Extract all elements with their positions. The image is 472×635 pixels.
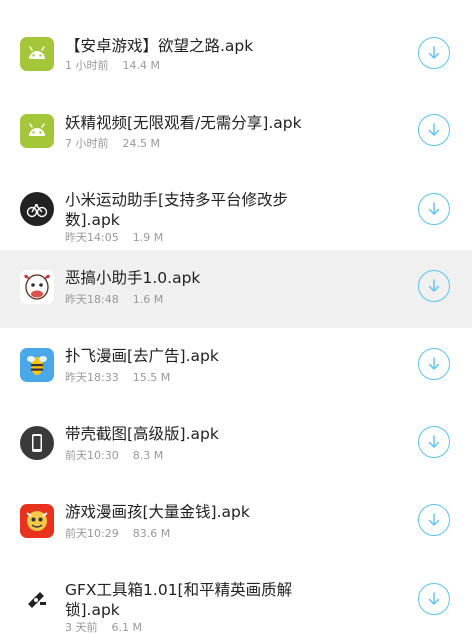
item-title: 小米运动助手[支持多平台修改步数].apk	[65, 191, 289, 229]
item-size: 8.3 M	[132, 449, 164, 462]
item-time: 昨天18:48	[65, 293, 119, 306]
item-title: 恶搞小助手1.0.apk	[65, 269, 201, 287]
bee-icon	[20, 348, 54, 382]
comic-kid-icon	[20, 504, 54, 538]
phone-frame-icon	[20, 426, 54, 460]
download-button[interactable]	[418, 504, 450, 536]
list-item[interactable]: 游戏漫画孩[大量金钱].apk 前天10:29 83.6 M	[0, 484, 472, 562]
list-item[interactable]: 恶搞小助手1.0.apk 昨天18:48 1.6 M	[0, 250, 472, 328]
android-icon	[20, 37, 54, 71]
download-arrow-icon	[428, 123, 440, 136]
download-arrow-icon	[428, 46, 440, 59]
item-size: 15.5 M	[132, 371, 171, 384]
item-time: 前天10:30	[65, 449, 119, 462]
item-title: 带壳截图[高级版].apk	[65, 425, 219, 443]
item-size: 14.4 M	[122, 59, 160, 72]
bike-icon	[20, 192, 54, 226]
download-arrow-icon	[428, 202, 440, 215]
cow-face-icon	[20, 270, 54, 304]
item-time: 1 小时前	[65, 59, 109, 72]
download-arrow-icon	[428, 435, 440, 448]
item-meta: 昨天14:05 1.9 M	[65, 229, 163, 245]
item-size: 24.5 M	[122, 137, 160, 150]
download-button[interactable]	[418, 270, 450, 302]
item-size: 1.6 M	[132, 293, 164, 306]
item-title: 【安卓游戏】欲望之路.apk	[65, 37, 254, 55]
item-meta: 3 天前 6.1 M	[65, 619, 142, 635]
list-item[interactable]: 扑飞漫画[去广告].apk 昨天18:33 15.5 M	[0, 328, 472, 406]
item-meta: 1 小时前 14.4 M	[65, 57, 160, 73]
download-button[interactable]	[418, 348, 450, 380]
item-time: 7 小时前	[65, 137, 109, 150]
android-icon	[20, 114, 54, 148]
item-meta: 昨天18:48 1.6 M	[65, 291, 163, 307]
item-meta: 昨天18:33 15.5 M	[65, 369, 170, 385]
item-title: 游戏漫画孩[大量金钱].apk	[65, 503, 250, 521]
download-arrow-icon	[428, 592, 440, 605]
item-size: 6.1 M	[111, 621, 142, 634]
download-button[interactable]	[418, 193, 450, 225]
item-title: GFX工具箱1.01[和平精英画质解锁].apk	[65, 581, 293, 619]
item-meta: 前天10:29 83.6 M	[65, 525, 170, 541]
list-item[interactable]: 小米运动助手[支持多平台修改步数].apk 昨天14:05 1.9 M	[0, 163, 472, 244]
item-size: 83.6 M	[132, 527, 171, 540]
item-size: 1.9 M	[132, 231, 164, 244]
item-time: 昨天18:33	[65, 371, 119, 384]
download-button[interactable]	[418, 37, 450, 69]
download-arrow-icon	[428, 357, 440, 370]
item-time: 昨天14:05	[65, 231, 119, 244]
item-meta: 7 小时前 24.5 M	[65, 135, 160, 151]
list-item[interactable]: 【安卓游戏】欲望之路.apk 1 小时前 14.4 M	[0, 7, 472, 85]
item-time: 前天10:29	[65, 527, 119, 540]
gun-tool-icon	[20, 582, 54, 616]
item-time: 3 天前	[65, 621, 98, 634]
list-item[interactable]: GFX工具箱1.01[和平精英画质解锁].apk 3 天前 6.1 M	[0, 562, 472, 634]
download-arrow-icon	[428, 279, 440, 292]
item-title: 妖精视频[无限观看/无需分享].apk	[65, 114, 302, 132]
download-button[interactable]	[418, 583, 450, 615]
list-item[interactable]: 妖精视频[无限观看/无需分享].apk 7 小时前 24.5 M	[0, 85, 472, 163]
download-list: 【安卓游戏】欲望之路.apk 1 小时前 14.4 M 妖精视频[无限观看/无需分…	[0, 0, 472, 634]
list-item[interactable]: 带壳截图[高级版].apk 前天10:30 8.3 M	[0, 406, 472, 484]
download-button[interactable]	[418, 426, 450, 458]
download-arrow-icon	[428, 513, 440, 526]
item-title: 扑飞漫画[去广告].apk	[65, 347, 219, 365]
item-meta: 前天10:30 8.3 M	[65, 447, 163, 463]
download-button[interactable]	[418, 114, 450, 146]
